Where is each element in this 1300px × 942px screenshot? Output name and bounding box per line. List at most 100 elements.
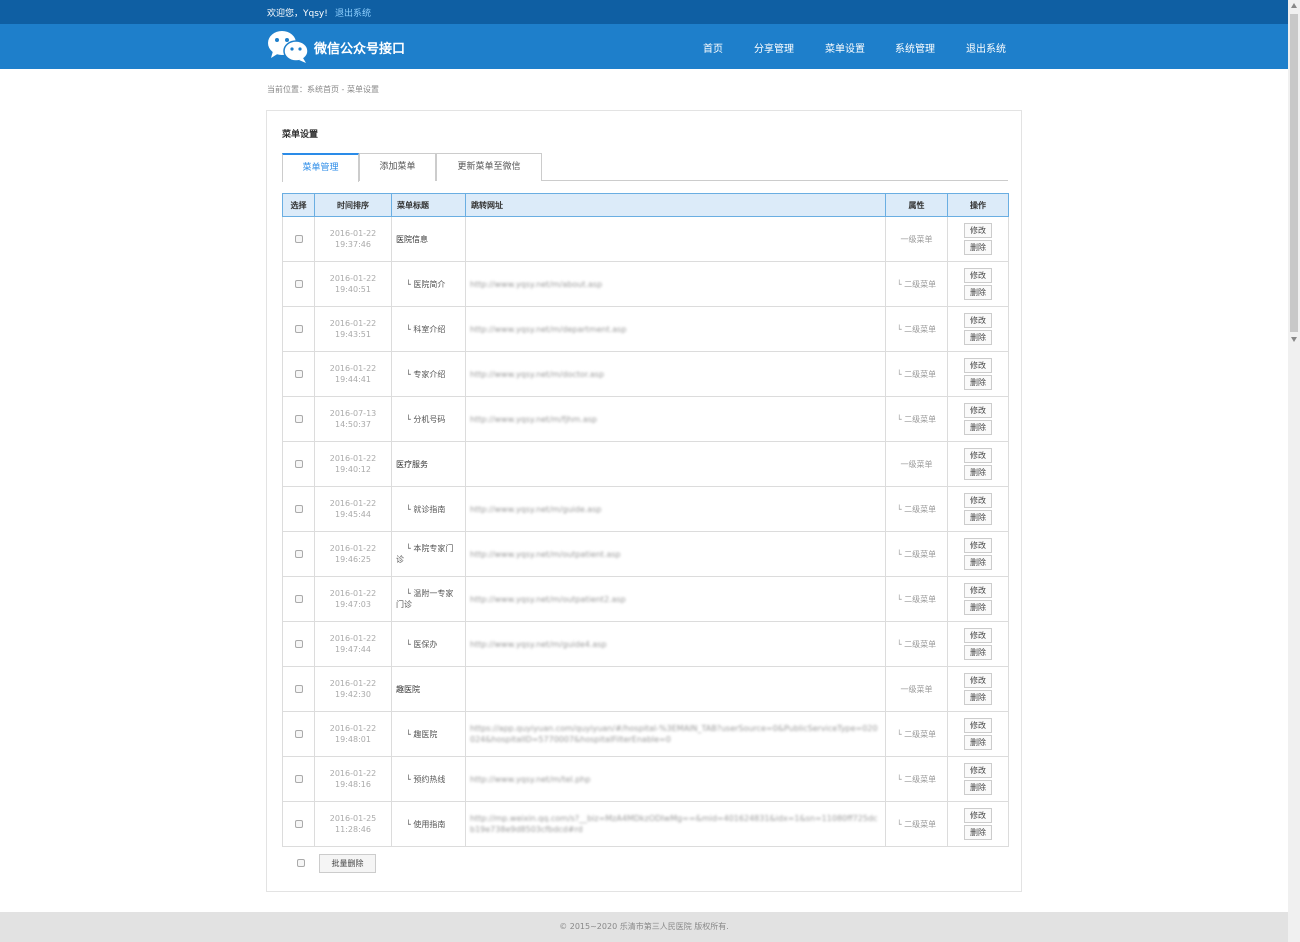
wechat-logo-icon (268, 31, 309, 63)
logout-link[interactable]: 退出系统 (335, 6, 371, 19)
row-time-cell: 2016-01-25 11:28:46 (314, 801, 392, 847)
row-checkbox[interactable] (294, 640, 303, 648)
delete-button[interactable]: 删除 (964, 465, 992, 480)
edit-button[interactable]: 修改 (964, 448, 992, 463)
main-panel: 菜单设置 菜单管理 添加菜单 更新菜单至微信 选择 时间排序 菜单标题 跳转网址… (266, 110, 1022, 892)
row-title-text: └ 本院专家门诊 (396, 544, 454, 564)
row-time: 19:40:12 (335, 465, 371, 474)
delete-button[interactable]: 删除 (964, 285, 992, 300)
tab-menu-management[interactable]: 菜单管理 (282, 153, 359, 182)
row-title-text: └ 使用指南 (406, 819, 446, 829)
delete-button[interactable]: 删除 (964, 780, 992, 795)
table-row: 2016-01-25 11:28:46 └ 使用指南 http://mp.weixin… (282, 801, 1009, 847)
row-checkbox[interactable] (294, 820, 303, 828)
edit-button[interactable]: 修改 (964, 808, 992, 823)
edit-button[interactable]: 修改 (964, 628, 992, 643)
row-select-cell (282, 441, 315, 487)
select-all-checkbox[interactable] (297, 859, 305, 867)
nav-share[interactable]: 分享管理 (754, 40, 794, 55)
batch-delete-button[interactable]: 批量删除 (319, 854, 376, 873)
row-date: 2016-01-22 (329, 364, 377, 373)
delete-button[interactable]: 删除 (964, 690, 992, 705)
edit-button[interactable]: 修改 (964, 268, 992, 283)
edit-button[interactable]: 修改 (964, 673, 992, 688)
row-time-cell: 2016-01-22 19:43:51 (314, 306, 392, 352)
tab-add-menu[interactable]: 添加菜单 (359, 153, 436, 181)
nav-menu-settings[interactable]: 菜单设置 (825, 40, 865, 55)
delete-button[interactable]: 删除 (964, 330, 992, 345)
row-attr: └ 二级菜单 (885, 306, 948, 352)
row-attr: └ 二级菜单 (885, 351, 948, 397)
row-attr: └ 二级菜单 (885, 396, 948, 442)
row-checkbox[interactable] (294, 370, 303, 378)
edit-button[interactable]: 修改 (964, 313, 992, 328)
row-time: 19:48:16 (335, 780, 371, 789)
row-time-cell: 2016-01-22 19:42:30 (314, 666, 392, 712)
row-date: 2016-01-22 (329, 769, 377, 778)
row-title: 趣医院 (391, 666, 466, 712)
row-url (465, 216, 886, 262)
delete-button[interactable]: 删除 (964, 510, 992, 525)
row-date: 2016-01-22 (329, 589, 377, 598)
delete-button[interactable]: 删除 (964, 375, 992, 390)
row-date: 2016-01-22 (329, 544, 377, 553)
edit-button[interactable]: 修改 (964, 718, 992, 733)
row-title-text: └ 预约热线 (406, 774, 446, 784)
table-row: 2016-01-22 19:40:51 └ 医院简介 http://www.yqsy.… (282, 261, 1009, 307)
delete-button[interactable]: 删除 (964, 420, 992, 435)
row-actions: 修改 删除 (947, 756, 1009, 802)
row-time-cell: 2016-01-22 19:48:01 (314, 711, 392, 757)
row-title: └ 温附一专家门诊 (391, 576, 466, 622)
table-row: 2016-01-22 19:46:25 └ 本院专家门诊 http://www.yqs… (282, 531, 1009, 577)
row-actions: 修改 删除 (947, 576, 1009, 622)
row-title: └ 使用指南 (391, 801, 466, 847)
row-select-cell (282, 216, 315, 262)
delete-button[interactable]: 删除 (964, 735, 992, 750)
row-title-text: └ 专家介绍 (406, 369, 446, 379)
row-title-text: 医院信息 (396, 234, 428, 244)
table-body: 2016-01-22 19:37:46 医院信息 一级菜单 修改 删除 2016-01-22… (282, 216, 1009, 847)
delete-button[interactable]: 删除 (964, 240, 992, 255)
row-attr: 一级菜单 (885, 216, 948, 262)
nav-logout[interactable]: 退出系统 (966, 40, 1006, 55)
row-checkbox[interactable] (294, 685, 303, 693)
scroll-down-arrow-icon[interactable] (1291, 337, 1297, 342)
delete-button[interactable]: 删除 (964, 645, 992, 660)
row-date: 2016-01-22 (329, 454, 377, 463)
row-title: └ 预约热线 (391, 756, 466, 802)
row-time-cell: 2016-01-22 19:37:46 (314, 216, 392, 262)
scroll-thumb[interactable] (1290, 14, 1298, 332)
row-attr: └ 二级菜单 (885, 486, 948, 532)
edit-button[interactable]: 修改 (964, 358, 992, 373)
row-checkbox[interactable] (294, 550, 303, 558)
row-attr: └ 二级菜单 (885, 756, 948, 802)
edit-button[interactable]: 修改 (964, 493, 992, 508)
row-checkbox[interactable] (294, 730, 303, 738)
row-time: 19:40:51 (335, 285, 371, 294)
delete-button[interactable]: 删除 (964, 600, 992, 615)
edit-button[interactable]: 修改 (964, 403, 992, 418)
nav-system[interactable]: 系统管理 (895, 40, 935, 55)
row-checkbox[interactable] (294, 280, 303, 288)
row-checkbox[interactable] (294, 460, 303, 468)
edit-button[interactable]: 修改 (964, 763, 992, 778)
row-title: 医疗服务 (391, 441, 466, 487)
row-checkbox[interactable] (294, 415, 303, 423)
row-checkbox[interactable] (294, 775, 303, 783)
tab-update-wechat[interactable]: 更新菜单至微信 (436, 153, 542, 181)
edit-button[interactable]: 修改 (964, 583, 992, 598)
delete-button[interactable]: 删除 (964, 825, 992, 840)
scrollbar[interactable] (1288, 0, 1300, 942)
edit-button[interactable]: 修改 (964, 223, 992, 238)
row-checkbox[interactable] (294, 595, 303, 603)
delete-button[interactable]: 删除 (964, 555, 992, 570)
row-title-text: └ 科室介绍 (406, 324, 446, 334)
row-checkbox[interactable] (294, 505, 303, 513)
row-checkbox[interactable] (294, 325, 303, 333)
nav-home[interactable]: 首页 (703, 40, 723, 55)
edit-button[interactable]: 修改 (964, 538, 992, 553)
scroll-up-arrow-icon[interactable] (1291, 3, 1297, 8)
row-attr: └ 二级菜单 (885, 801, 948, 847)
row-checkbox[interactable] (294, 235, 303, 243)
row-url: http://www.yqsy.net/m/department.asp (465, 306, 886, 352)
